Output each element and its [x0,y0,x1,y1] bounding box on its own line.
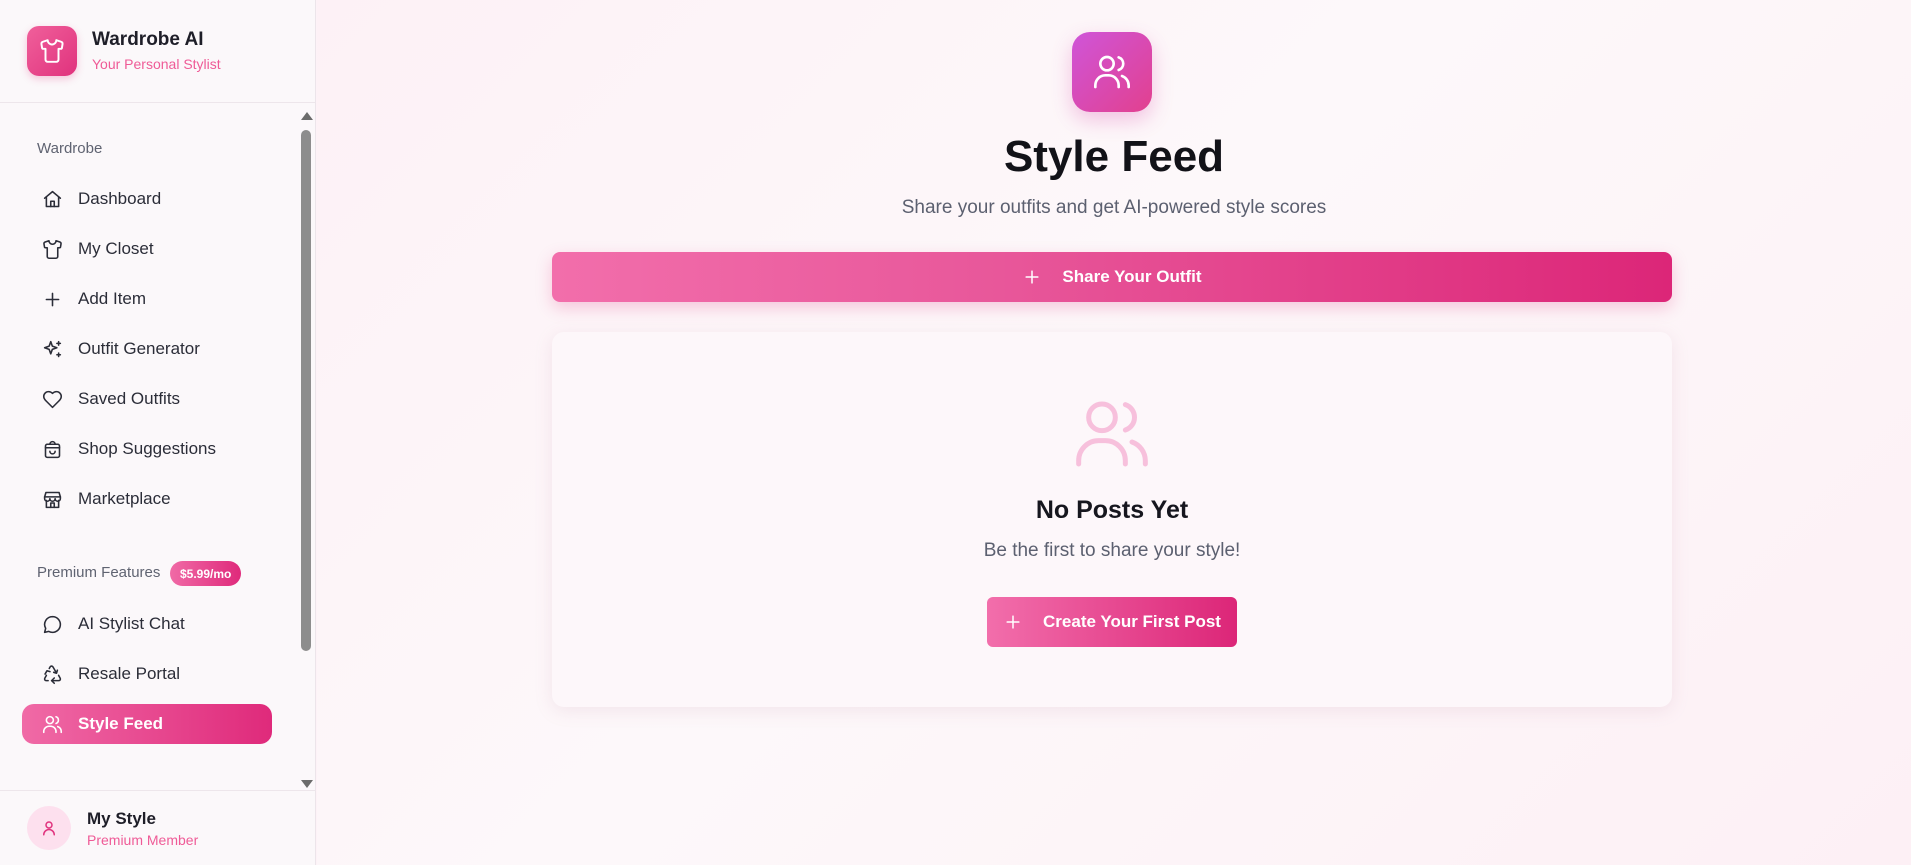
empty-state-subtitle: Be the first to share your style! [983,540,1241,561]
sidebar-item-marketplace[interactable]: Marketplace [22,479,272,519]
shirt-icon[interactable] [27,26,77,76]
brand-subtitle: Your Personal Stylist [92,55,221,72]
shopping-bag-icon [44,440,61,458]
avatar[interactable] [27,806,71,850]
main-content: Style Feed Share your outfits and get AI… [317,0,1911,865]
sidebar-item-ai-stylist-chat[interactable]: AI Stylist Chat [22,604,272,644]
heart-icon [42,390,63,408]
section-label-wardrobe: Wardrobe [37,140,103,157]
sidebar: Wardrobe AI Your Personal Stylist Wardro… [0,0,316,865]
sidebar-item-resale-portal[interactable]: Resale Portal [22,654,272,694]
sidebar-item-label: Marketplace [78,489,171,508]
create-first-post-label: Create Your First Post [1043,612,1221,631]
premium-price-badge: $5.99/mo [170,561,242,586]
sidebar-item-dashboard[interactable]: Dashboard [22,179,272,219]
plus-icon [45,292,60,306]
sidebar-scrollbar[interactable] [298,110,316,790]
plus-icon [1025,270,1039,284]
sidebar-item-label: AI Stylist Chat [78,614,185,633]
sidebar-item-add-item[interactable]: Add Item [22,279,272,319]
sidebar-item-label: My Closet [78,239,154,258]
sidebar-item-shop-suggestions[interactable]: Shop Suggestions [22,429,272,469]
create-first-post-button[interactable]: Create Your First Post [987,597,1237,647]
sidebar-item-saved-outfits[interactable]: Saved Outfits [22,379,272,419]
users-icon [1076,401,1148,467]
shirt-icon [43,239,62,259]
share-outfit-label: Share Your Outfit [1062,267,1202,286]
chat-icon [43,615,62,633]
recycle-icon [43,664,62,684]
sidebar-item-style-feed[interactable]: Style Feed [22,704,272,744]
brand-header: Wardrobe AI Your Personal Stylist [0,0,315,103]
sidebar-item-label: Resale Portal [78,664,181,683]
sidebar-item-label: Saved Outfits [78,389,181,408]
sparkles-icon [43,340,62,357]
share-outfit-button[interactable]: Share Your Outfit [552,252,1672,302]
plus-icon [1006,615,1020,629]
scroll-down-arrow-icon[interactable] [301,780,313,788]
users-icon [42,715,63,733]
home-icon [43,190,62,207]
empty-state-card: No Posts Yet Be the first to share your … [552,332,1672,707]
store-icon [43,491,62,508]
sidebar-item-label: Style Feed [78,714,164,733]
sidebar-item-label: Shop Suggestions [78,439,216,458]
user-role: Premium Member [87,831,199,848]
sidebar-item-outfit-generator[interactable]: Outfit Generator [22,329,272,369]
sidebar-item-label: Add Item [78,289,147,308]
brand-title: Wardrobe AI [92,29,204,51]
sidebar-item-label: Outfit Generator [78,339,200,358]
page-title: Style Feed [1003,132,1225,181]
user-icon [43,821,55,836]
users-icon [1072,32,1152,112]
user-profile[interactable]: My Style Premium Member [0,790,316,865]
scroll-up-arrow-icon[interactable] [301,112,313,120]
scrollbar-thumb[interactable] [301,130,311,651]
page-subtitle: Share your outfits and get AI-powered st… [901,197,1327,218]
user-name: My Style [87,808,156,828]
sidebar-nav: Wardrobe Dashboard My Closet Add Item Ou… [0,104,316,790]
sidebar-item-label: Dashboard [78,189,162,208]
section-label-premium: Premium Features [37,564,161,581]
sidebar-item-my-closet[interactable]: My Closet [22,229,272,269]
empty-state-title: No Posts Yet [1035,496,1189,524]
